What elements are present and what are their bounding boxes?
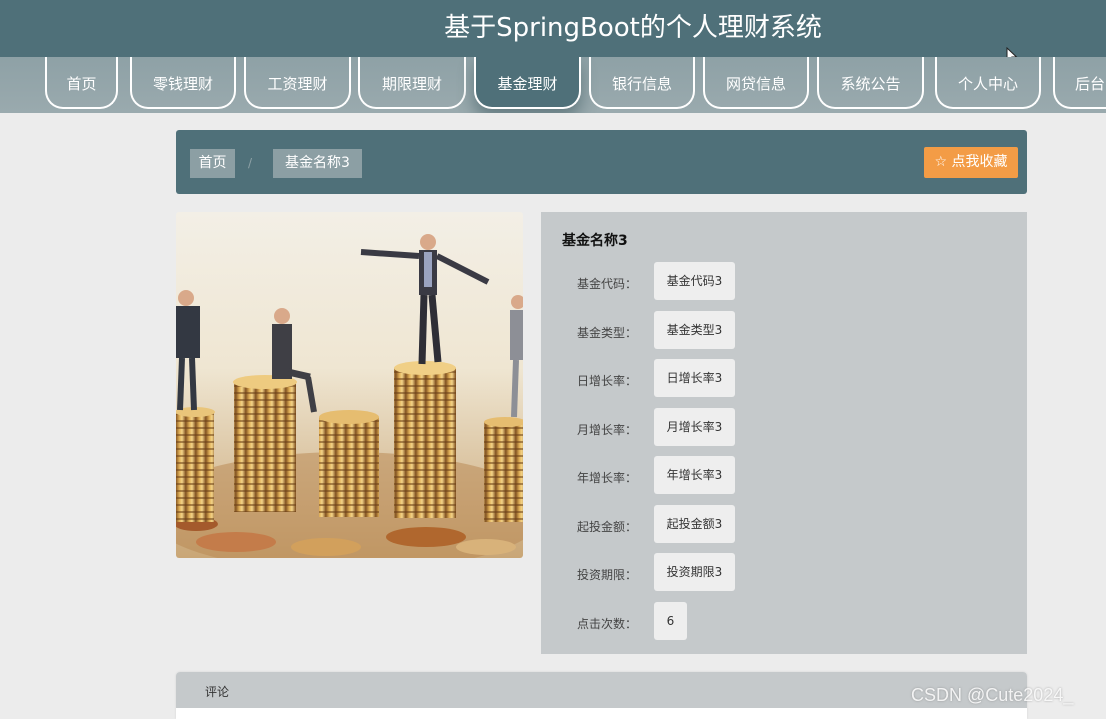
fund-type-label: 基金类型：	[576, 326, 637, 340]
yearly-growth-value: 年增长率3	[654, 456, 735, 494]
comments-section: 评论	[176, 672, 1027, 719]
fund-type-value: 基金类型3	[654, 311, 735, 349]
breadcrumb-home-link[interactable]: 首页	[190, 149, 235, 178]
yearly-growth-label: 年增长率：	[576, 471, 637, 485]
monthly-growth-value: 月增长率3	[654, 408, 735, 446]
nav-item-announcements[interactable]: 系统公告	[817, 57, 924, 109]
monthly-growth-label: 月增长率：	[576, 423, 637, 437]
fund-code-label: 基金代码：	[576, 277, 637, 291]
click-count-value: 6	[654, 602, 687, 640]
nav-item-salary-finance[interactable]: 工资理财	[244, 57, 351, 109]
nav-item-change-finance[interactable]: 零钱理财	[130, 57, 236, 109]
breadcrumb-bar: 首页 / 基金名称3	[176, 130, 1027, 194]
fund-code-value: 基金代码3	[654, 262, 735, 300]
nav-item-p2p-info[interactable]: 网贷信息	[703, 57, 809, 109]
min-investment-value: 起投金额3	[654, 505, 735, 543]
breadcrumb-current: 基金名称3	[273, 149, 362, 178]
favorite-button[interactable]: ☆ 点我收藏	[924, 147, 1018, 178]
nav-item-fund-finance[interactable]: 基金理财	[474, 57, 581, 109]
fund-details-panel: 基金名称3 基金代码： 基金代码3 基金类型： 基金类型3 日增长率： 日增长率…	[541, 212, 1027, 654]
min-investment-label: 起投金额：	[576, 520, 637, 534]
site-header: 基于SpringBoot的个人理财系统	[0, 0, 1106, 65]
fund-photo	[176, 212, 523, 558]
nav-item-personal-center[interactable]: 个人中心	[935, 57, 1041, 109]
fund-name-title: 基金名称3	[562, 233, 628, 249]
daily-growth-label: 日增长率：	[576, 374, 637, 388]
breadcrumb-separator: /	[248, 156, 253, 170]
daily-growth-value: 日增长率3	[654, 359, 735, 397]
main-nav: 首页 零钱理财 工资理财 期限理财 基金理财 银行信息 网贷信息 系统公告 个人…	[0, 57, 1106, 113]
nav-item-home[interactable]: 首页	[45, 57, 118, 109]
comments-header: 评论	[176, 672, 1027, 708]
nav-item-term-finance[interactable]: 期限理财	[358, 57, 466, 109]
investment-term-value: 投资期限3	[654, 553, 735, 591]
nav-item-admin[interactable]: 后台	[1053, 57, 1106, 109]
comments-title: 评论	[205, 685, 230, 699]
coins-and-businessmen-image	[176, 212, 523, 558]
investment-term-label: 投资期限：	[576, 568, 637, 582]
csdn-watermark: CSDN @Cute2024_	[911, 685, 1074, 705]
click-count-label: 点击次数：	[576, 617, 637, 631]
site-title: 基于SpringBoot的个人理财系统	[444, 13, 822, 43]
nav-item-bank-info[interactable]: 银行信息	[589, 57, 695, 109]
